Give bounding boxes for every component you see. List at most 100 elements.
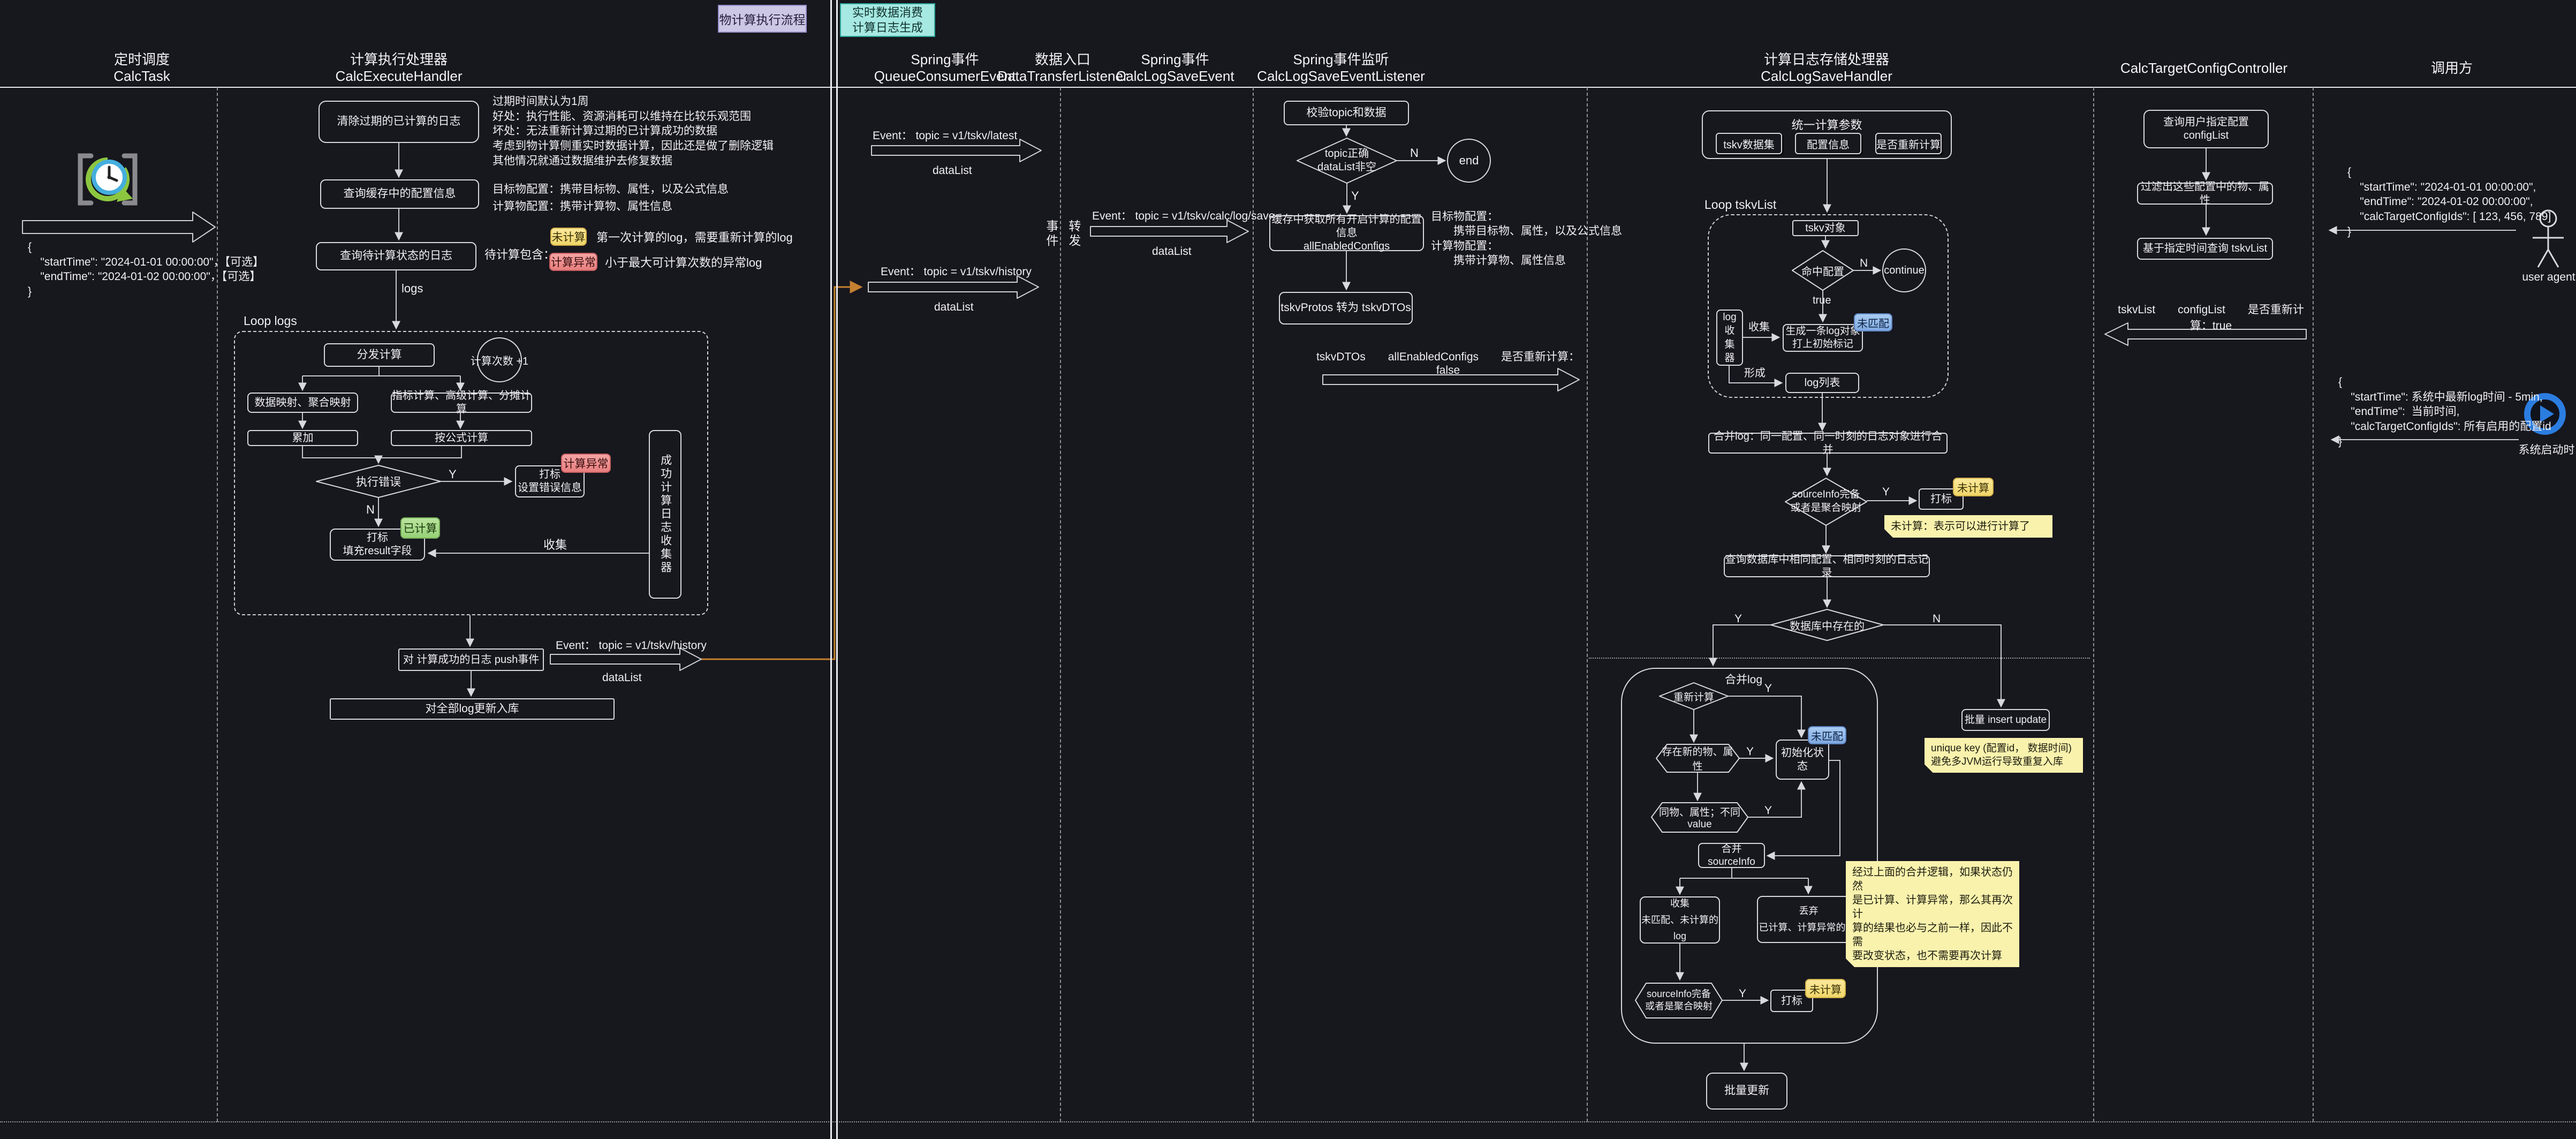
badge-unmatched-1: 未匹配 [1854,313,1892,331]
label-src2-y: Y [1739,986,1746,1001]
node-discard: 丢弃 已计算、计算异常的log [1757,896,1860,943]
label-hit-n: N [1860,256,1868,270]
calctask-trigger-arrow [22,212,215,242]
badge-uncalc-1: 未计算 [1953,478,1994,496]
node-query-pending-logs: 查询待计算状态的日志 [316,242,476,270]
label-exec-error-n: N [366,502,375,518]
node-log-list: log列表 [1785,373,1859,393]
label-exec-error: 执行错误 [346,474,411,488]
event-save-arrow [1090,220,1248,243]
legend-flow-realtime-label: 实时数据消费 计算日志生成 [852,5,923,35]
note-uncalc-meaning: 未计算：表示可以进行计算了 [1884,515,2052,538]
label-recalc-y: Y [1764,681,1772,696]
label-hit-true: true [1813,293,1831,307]
calctask-request-json: { "startTime": "2024-01-01 00:00:00"，【可选… [28,240,264,299]
node-accumulate: 累加 [247,430,358,446]
node-dispatch-calc: 分发计算 [324,343,435,367]
label-new-attr: 存在新的物、属性 [1657,752,1738,765]
node-query-cached-config: 查询缓存中的配置信息 [320,179,479,209]
section-divider-bar [830,0,838,1139]
node-query-tskvlist: 基于指定时间查询 tskvList [2137,238,2273,260]
badge-unmatched-2: 未匹配 [1808,726,1846,744]
label-calc-error-desc: 小于最大可计算次数的异常log [605,255,762,271]
label-event-vertical: 事件 [1043,220,1059,248]
label-end: end [1448,153,1490,168]
label-newattr-y: Y [1746,744,1754,759]
node-push-success-logs: 对 计算成功的日志 push事件 [398,648,544,671]
label-hit-config: 命中配置 [1796,263,1850,277]
label-topic-n: N [1410,146,1419,161]
node-get-enabled-configs: 缓存中获取所有开启计算的配置信息 allEnabledConfigs [1269,215,1424,251]
badge-calculated: 已计算 [400,517,440,539]
label-event-save: Event： topic = v1/tskv/calc/log/save [1092,209,1275,223]
label-event-latest: Event： topic = v1/tskv/latest [873,129,1017,143]
node-save-all-logs: 对全部log更新入库 [330,698,615,720]
label-merge-log-container: 合并log [1725,673,1762,687]
label-db-n: N [1933,612,1941,626]
node-indicator-calc: 指标计算、高级计算、分摊计算 [391,393,532,413]
node-clean-expired-logs: 清除过期的已计算的日志 [319,101,479,143]
legend-flow-execution-label: 物计算执行流程 [719,10,806,28]
label-sourceinfo-1: sourceInfo完备 或者是聚合映射 [1783,487,1869,516]
label-continue: continue [1883,263,1926,277]
node-unified-params: 统一计算参数 tskv数据集 配置信息 是否重新计算 [1702,110,1952,159]
label-loop-logs: Loop logs [244,313,297,329]
label-form: 形成 [1744,366,1766,380]
legend-flow-realtime: 实时数据消费 计算日志生成 [840,3,935,37]
label-forward-vertical: 转发 [1065,220,1081,248]
label-logs: logs [401,281,423,297]
label-same-diff: 同物、属性；不同value [1654,811,1745,824]
label-listener-output: tskvDTOs allEnabledConfigs 是否重新计算：false [1312,356,1585,369]
label-topic-y: Y [1351,188,1359,204]
badge-calc-error-2: 计算异常 [561,454,611,473]
label-datalist-exec: dataList [602,670,642,685]
chip-tskv-dataset: tskv数据集 [1716,133,1782,154]
node-data-mapping: 数据映射、聚合映射 [247,393,358,413]
label-sourceinfo-2: sourceInfo完备 或者是聚合映射 [1636,986,1722,1014]
label-user-agent: user agent [2516,270,2576,284]
node-formula-calc: 按公式计算 [391,430,532,446]
label-datalist-latest: dataList [933,163,972,178]
node-collect-uncalc: 收集 未匹配、未计算的log [1640,896,1720,944]
node-init-state: 初始化状态 [1776,740,1829,780]
label-src1-y: Y [1882,485,1890,499]
caller-request-json-manual: { "startTime": "2024-01-01 00:00:00", "e… [2347,165,2551,239]
node-log-collector: log 收 集 器 [1716,310,1743,366]
note-unique-key: unique key (配置id， 数据时间) 避免多JVM运行导致重复入库 [1925,738,2083,773]
chip-config-info: 配置信息 [1795,133,1861,154]
node-generate-log: 生成一条log对象 打上初始标记 [1783,324,1863,352]
node-convert-dtos: tskvProtos 转为 tskvDTOs [1279,292,1413,325]
label-collect: 收集 [543,538,567,553]
badge-uncalculated: 未计算 [550,228,587,246]
label-event-history-queue: Event： topic = v1/tskv/history [881,265,1032,279]
node-batch-insert-update: 批量 insert update [1961,709,2050,731]
node-merge-log: 合并log：同一配置、同一时刻的日志对象进行合并 [1708,433,1948,454]
loop-logs-container [234,331,708,615]
node-query-user-config: 查询用户指定配置 configList [2143,110,2269,148]
node-query-db-logs: 查询数据库中相同配置、相同时刻的日志记录 [1724,555,1930,577]
node-tskv-object: tskv对象 [1792,220,1859,236]
node-batch-update: 批量更新 [1706,1073,1787,1110]
sequence-flowchart-canvas: 物计算执行流程 实时数据消费 计算日志生成 定时调度 CalcTask 计算执行… [0,0,2576,1139]
label-datalist-save: dataList [1152,244,1192,259]
label-system-boot: 系统启动时 [2512,442,2576,456]
node-validate-topic: 校验topic和数据 [1284,101,1409,125]
legend-flow-execution: 物计算执行流程 [718,5,807,33]
label-calc-count: 计算次数 +1 [465,350,534,369]
label-pending-contains: 待计算包含： [484,247,555,263]
node-filter-attrs: 过滤出这些配置中的物、属性 [2137,183,2273,205]
node-success-log-collector: 成功计算日志收集器 [649,430,681,599]
label-collect-2: 收集 [1748,320,1770,334]
label-exec-error-y: Y [449,467,457,482]
label-samediff-y: Y [1764,803,1772,818]
note-config-detail: 目标物配置：携带目标物、属性，以及公式信息 计算物配置：携带计算物、属性信息 [493,181,729,215]
label-recalc: 重新计算 [1667,690,1721,703]
label-uncalculated-desc: 第一次计算的log，需要重新计算的log [596,230,793,246]
note-listener-config: 目标物配置： 携带目标物、属性，以及公式信息 计算物配置： 携带计算物、属性信息 [1431,209,1622,268]
label-db-y: Y [1734,612,1742,626]
caller-request-json-boot: { "startTime": 系统中最新log时间 - 5min, "endTi… [2338,375,2551,449]
label-controller-output: tskvList configList 是否重新计算：true [2115,310,2307,324]
note-clean-expired: 过期时间默认为1周 好处：执行性能、资源消耗可以维持在比较乐观范围 坏处：无法重… [493,94,774,169]
node-merge-sourceinfo: 合并 sourceInfo [1698,843,1765,868]
label-event-history-exec: Event： topic = v1/tskv/history [556,638,707,653]
